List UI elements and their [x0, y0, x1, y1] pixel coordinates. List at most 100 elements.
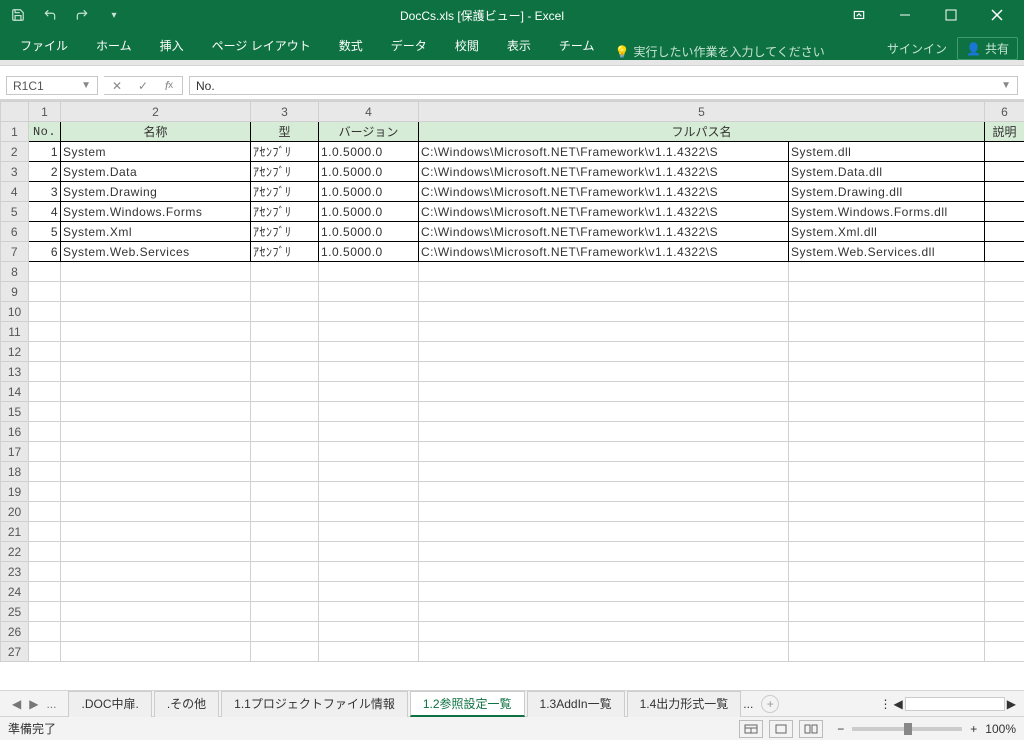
signin-link[interactable]: サインイン	[887, 40, 947, 57]
cell[interactable]	[985, 242, 1024, 262]
cell[interactable]	[789, 602, 985, 622]
col-header[interactable]: 6	[985, 102, 1024, 122]
zoom-in-button[interactable]: +	[970, 722, 977, 736]
cell[interactable]	[251, 422, 319, 442]
cell[interactable]: No.	[29, 122, 61, 142]
cell[interactable]	[789, 282, 985, 302]
cell[interactable]	[419, 262, 789, 282]
cell[interactable]	[789, 582, 985, 602]
cell[interactable]: C:\Windows\Microsoft.NET\Framework\v1.1.…	[419, 202, 789, 222]
cell[interactable]	[985, 222, 1024, 242]
row-header[interactable]: 27	[1, 642, 29, 662]
cell[interactable]	[789, 322, 985, 342]
scroll-right-button[interactable]: ▶	[1007, 697, 1016, 711]
cell[interactable]	[29, 282, 61, 302]
cell[interactable]	[985, 342, 1024, 362]
cell[interactable]	[789, 302, 985, 322]
cell[interactable]	[789, 622, 985, 642]
horizontal-scrollbar[interactable]: ⋮ ◀ ▶	[880, 697, 1016, 711]
cell[interactable]	[985, 602, 1024, 622]
cell[interactable]	[29, 322, 61, 342]
cell[interactable]: 3	[29, 182, 61, 202]
page-break-view-button[interactable]	[799, 720, 823, 738]
cell[interactable]	[419, 342, 789, 362]
cell[interactable]	[61, 642, 251, 662]
cell[interactable]: 4	[29, 202, 61, 222]
scroll-track[interactable]	[905, 697, 1005, 711]
cell[interactable]	[985, 402, 1024, 422]
cell[interactable]	[789, 502, 985, 522]
cell[interactable]	[61, 382, 251, 402]
cell[interactable]	[319, 362, 419, 382]
cell[interactable]	[419, 302, 789, 322]
cell[interactable]	[319, 562, 419, 582]
formula-input[interactable]: No. ▼	[189, 76, 1018, 95]
cell[interactable]	[419, 482, 789, 502]
cell[interactable]	[61, 502, 251, 522]
cell[interactable]: System.Data	[61, 162, 251, 182]
col-header[interactable]: 2	[61, 102, 251, 122]
cell[interactable]	[29, 562, 61, 582]
cell[interactable]	[789, 482, 985, 502]
cell[interactable]: System.Web.Services.dll	[789, 242, 985, 262]
cell[interactable]	[61, 622, 251, 642]
cell[interactable]	[61, 482, 251, 502]
cell[interactable]	[29, 622, 61, 642]
cell[interactable]	[251, 362, 319, 382]
cell[interactable]	[985, 202, 1024, 222]
sheet-tabs-overflow[interactable]: ...	[743, 697, 753, 711]
cell[interactable]	[985, 282, 1024, 302]
cell[interactable]	[251, 522, 319, 542]
cell[interactable]	[319, 602, 419, 622]
cell[interactable]: ｱｾﾝﾌﾞﾘ	[251, 222, 319, 242]
row-header[interactable]: 21	[1, 522, 29, 542]
cell[interactable]	[789, 442, 985, 462]
redo-button[interactable]	[68, 2, 96, 28]
cell[interactable]: ｱｾﾝﾌﾞﾘ	[251, 162, 319, 182]
ribbon-options-button[interactable]	[836, 1, 882, 29]
cell[interactable]	[419, 542, 789, 562]
fx-button[interactable]: fx	[156, 79, 182, 93]
cell[interactable]: C:\Windows\Microsoft.NET\Framework\v1.1.…	[419, 182, 789, 202]
enter-formula-button[interactable]: ✓	[130, 79, 156, 93]
cell[interactable]	[29, 302, 61, 322]
row-header[interactable]: 18	[1, 462, 29, 482]
cell[interactable]	[985, 562, 1024, 582]
cell[interactable]	[419, 562, 789, 582]
cell[interactable]	[319, 522, 419, 542]
cell[interactable]	[319, 622, 419, 642]
cell[interactable]	[251, 622, 319, 642]
cell[interactable]	[29, 422, 61, 442]
cell[interactable]	[789, 522, 985, 542]
cell[interactable]	[985, 482, 1024, 502]
cell[interactable]	[985, 142, 1024, 162]
cell[interactable]	[985, 462, 1024, 482]
cell[interactable]	[789, 422, 985, 442]
cell[interactable]: 1.0.5000.0	[319, 202, 419, 222]
cell[interactable]	[985, 362, 1024, 382]
cell[interactable]	[61, 542, 251, 562]
zoom-out-button[interactable]: −	[837, 722, 844, 736]
cell[interactable]	[985, 502, 1024, 522]
cell[interactable]	[985, 622, 1024, 642]
cell[interactable]	[251, 462, 319, 482]
cell[interactable]	[789, 382, 985, 402]
cell[interactable]: 5	[29, 222, 61, 242]
cell[interactable]	[251, 342, 319, 362]
cell[interactable]	[61, 602, 251, 622]
cell[interactable]	[985, 322, 1024, 342]
cell[interactable]	[419, 642, 789, 662]
cell[interactable]	[419, 402, 789, 422]
page-layout-view-button[interactable]	[769, 720, 793, 738]
tab-page-layout[interactable]: ページ レイアウト	[198, 31, 325, 60]
cell[interactable]: 2	[29, 162, 61, 182]
cell[interactable]: ｱｾﾝﾌﾞﾘ	[251, 142, 319, 162]
row-header[interactable]: 10	[1, 302, 29, 322]
cell[interactable]	[61, 402, 251, 422]
cell[interactable]	[29, 502, 61, 522]
row-header[interactable]: 23	[1, 562, 29, 582]
row-header[interactable]: 6	[1, 222, 29, 242]
cell[interactable]	[319, 342, 419, 362]
sheet-nav-more[interactable]: ...	[46, 697, 56, 711]
cell[interactable]	[61, 522, 251, 542]
